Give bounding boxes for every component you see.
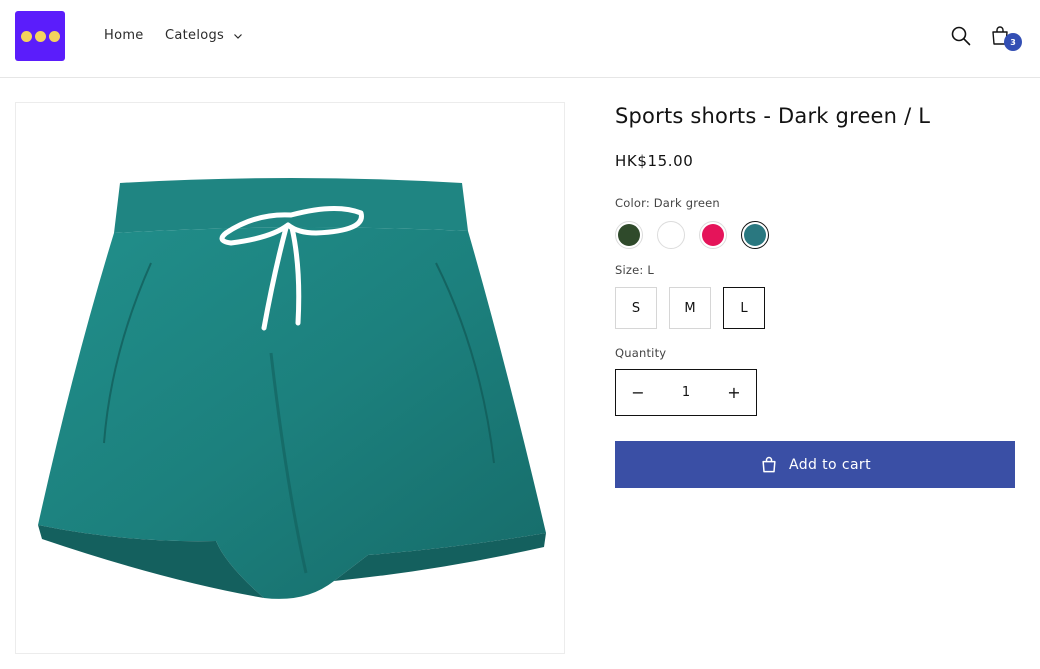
nav-catalogs-label: Catelogs bbox=[165, 28, 225, 43]
color-swatch-pink[interactable] bbox=[699, 221, 727, 249]
quantity-label: Quantity bbox=[615, 346, 667, 360]
logo-icon[interactable] bbox=[15, 11, 65, 61]
product-price: HK$15.00 bbox=[615, 152, 694, 170]
shopping-bag-icon bbox=[762, 456, 776, 472]
color-swatch-teal[interactable] bbox=[741, 221, 769, 249]
nav-home-link[interactable]: Home bbox=[104, 28, 144, 43]
site-header: Home Catelogs 3 bbox=[0, 0, 1040, 78]
logo-dot bbox=[20, 30, 32, 42]
color-swatches bbox=[615, 221, 769, 249]
quantity-stepper: − + bbox=[615, 369, 757, 416]
product-image-container[interactable] bbox=[15, 102, 565, 654]
size-option-m[interactable]: M bbox=[669, 287, 711, 329]
logo-dot bbox=[34, 30, 46, 42]
size-option-s[interactable]: S bbox=[615, 287, 657, 329]
size-options: S M L bbox=[615, 287, 765, 329]
cart-count-badge: 3 bbox=[1004, 33, 1022, 51]
add-to-cart-label: Add to cart bbox=[789, 456, 871, 473]
quantity-input[interactable] bbox=[666, 385, 706, 400]
logo-dot bbox=[48, 30, 60, 42]
color-option-label: Color: Dark green bbox=[615, 196, 720, 210]
product-shorts-image bbox=[38, 178, 546, 599]
search-icon[interactable] bbox=[949, 24, 973, 48]
chevron-down-icon bbox=[234, 33, 243, 39]
minus-icon[interactable]: − bbox=[628, 383, 648, 403]
color-swatch-dark-green[interactable] bbox=[615, 221, 643, 249]
color-swatch-white[interactable] bbox=[657, 221, 685, 249]
add-to-cart-button[interactable]: Add to cart bbox=[615, 441, 1015, 488]
product-title: Sports shorts - Dark green / L bbox=[615, 104, 931, 128]
size-option-l[interactable]: L bbox=[723, 287, 765, 329]
plus-icon[interactable]: + bbox=[724, 383, 744, 403]
nav-catalogs-dropdown[interactable]: Catelogs bbox=[165, 28, 244, 43]
size-option-label: Size: L bbox=[615, 263, 654, 277]
